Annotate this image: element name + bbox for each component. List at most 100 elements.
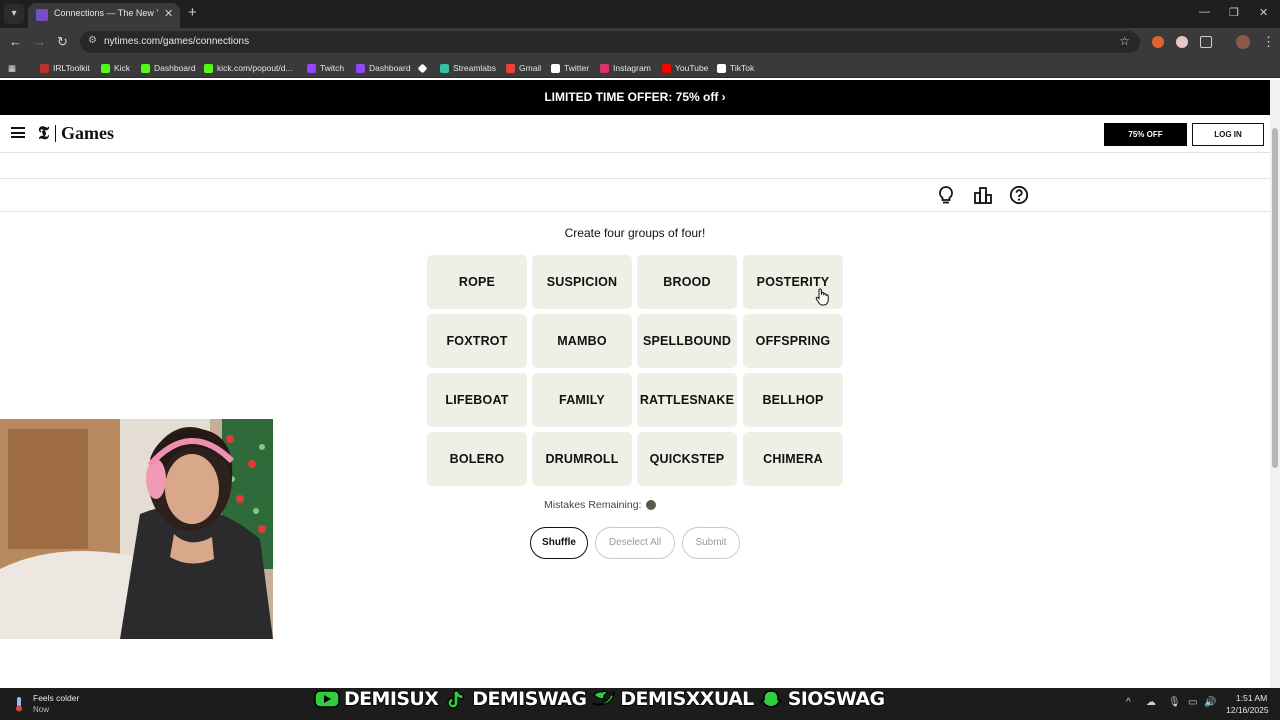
- instagram-icon: [600, 63, 609, 73]
- page-scrollbar[interactable]: [1270, 80, 1280, 688]
- nyt-logo-icon[interactable]: 𝕿: [38, 123, 49, 144]
- browser-tab-connections[interactable]: Connections — The New York T ✕: [28, 3, 180, 28]
- word-card[interactable]: SPELLBOUND: [637, 314, 737, 368]
- address-bar[interactable]: ⚙ nytimes.com/games/connections ☆: [80, 31, 1140, 53]
- bookmark-streamlabs[interactable]: Streamlabs: [440, 61, 496, 75]
- tray-app-icon[interactable]: ☁: [1146, 697, 1156, 708]
- bookmark-kick[interactable]: Kick: [101, 61, 130, 75]
- bookmark-youtube[interactable]: YouTube: [662, 61, 708, 75]
- close-window-button[interactable]: ✕: [1259, 6, 1268, 19]
- weather-subtitle: Now: [33, 705, 50, 714]
- bookmark-label: TikTok: [730, 63, 755, 73]
- deselect-all-button[interactable]: Deselect All: [595, 527, 675, 559]
- twitter-handle: DEMISXXUAL: [620, 687, 755, 710]
- promo-banner[interactable]: LIMITED TIME OFFER: 75% off ›: [0, 80, 1270, 115]
- tab-search-button[interactable]: ▾: [4, 4, 24, 24]
- x-twitter-icon: [551, 63, 560, 73]
- bookmark-twitch[interactable]: Twitch: [307, 61, 344, 75]
- word-card[interactable]: DRUMROLL: [532, 432, 632, 486]
- tiktok-icon: [447, 690, 464, 709]
- bookmark-instagram[interactable]: Instagram: [600, 61, 651, 75]
- login-button[interactable]: LOG IN: [1192, 123, 1264, 146]
- apps-grid-icon[interactable]: ▦: [8, 61, 16, 75]
- word-card[interactable]: BROOD: [637, 255, 737, 309]
- word-card[interactable]: BELLHOP: [743, 373, 843, 427]
- extension-icon[interactable]: [1176, 36, 1188, 48]
- word-card[interactable]: CHIMERA: [743, 432, 843, 486]
- hamburger-menu-icon[interactable]: [11, 127, 25, 138]
- word-card[interactable]: SUSPICION: [532, 255, 632, 309]
- hand-cursor-icon: [815, 288, 829, 306]
- bookmark-diamond[interactable]: [417, 61, 428, 75]
- windows-taskbar: Feels colder Now DEMISUX DEMISWAG DEMISX…: [0, 687, 1280, 720]
- bookmark-label: Twitter: [564, 63, 590, 73]
- clock-time[interactable]: 1:51 AM: [1236, 693, 1267, 703]
- bookmark-tiktok[interactable]: TikTok: [717, 61, 754, 75]
- offer-button[interactable]: 75% OFF: [1104, 123, 1187, 146]
- volume-icon[interactable]: 🔊: [1204, 697, 1216, 708]
- thermometer-weather-icon[interactable]: [12, 696, 26, 712]
- bookmark-label: YouTube: [675, 63, 709, 73]
- shuffle-button[interactable]: Shuffle: [530, 527, 588, 559]
- word-card[interactable]: ROPE: [427, 255, 527, 309]
- word-card[interactable]: MAMBO: [532, 314, 632, 368]
- word-card[interactable]: OFFSPRING: [743, 314, 843, 368]
- tiktok-icon: [717, 63, 726, 73]
- forward-arrow-icon[interactable]: →: [33, 34, 46, 49]
- bookmark-kick-popout[interactable]: kick.com/popout/d...: [204, 61, 293, 75]
- site-info-icon[interactable]: ⚙: [88, 35, 97, 46]
- word-card[interactable]: BOLERO: [427, 432, 527, 486]
- mistakes-remaining-label: Mistakes Remaining:: [544, 499, 642, 511]
- irltoolkit-icon: [40, 63, 49, 73]
- bookmark-gmail[interactable]: Gmail: [506, 61, 541, 75]
- back-arrow-icon[interactable]: ←: [9, 34, 22, 49]
- games-logo[interactable]: Games: [61, 123, 114, 144]
- connections-favicon-icon: [36, 9, 48, 21]
- profile-avatar[interactable]: [1236, 35, 1250, 49]
- maximize-button[interactable]: ❐: [1229, 6, 1239, 19]
- bookmark-irltoolkit[interactable]: IRLToolkit: [40, 61, 90, 75]
- bookmark-label: Instagram: [613, 63, 651, 73]
- submit-button[interactable]: Submit: [682, 527, 740, 559]
- clock-date[interactable]: 12/16/2025: [1226, 705, 1269, 715]
- twitter-bird-icon: [592, 690, 616, 706]
- network-icon[interactable]: ▭: [1188, 697, 1197, 708]
- twitch-icon: [356, 63, 365, 73]
- word-grid: ROPE SUSPICION BROOD POSTERITY FOXTROT M…: [427, 255, 845, 489]
- kick-icon: [101, 63, 110, 73]
- help-question-icon[interactable]: [1009, 185, 1029, 205]
- game-instructions: Create four groups of four!: [564, 226, 706, 240]
- bookmark-kick-dashboard[interactable]: Dashboard: [141, 61, 196, 75]
- scrollbar-thumb[interactable]: [1272, 128, 1278, 468]
- reload-icon[interactable]: ↻: [57, 34, 68, 50]
- word-card[interactable]: RATTLESNAKE: [637, 373, 737, 427]
- bookmark-label: kick.com/popout/d...: [217, 63, 293, 73]
- extension-icon[interactable]: [1152, 36, 1164, 48]
- word-card[interactable]: FAMILY: [532, 373, 632, 427]
- screen: ▾ Connections — The New York T ✕ + — ❐ ✕…: [0, 0, 1280, 720]
- site-header: 𝕿 Games 75% OFF LOG IN: [0, 115, 1270, 153]
- bookmark-twitch-dashboard[interactable]: Dashboard: [356, 61, 411, 75]
- word-card[interactable]: FOXTROT: [427, 314, 527, 368]
- new-tab-button[interactable]: +: [188, 4, 197, 21]
- mistake-remaining-dot: [646, 500, 656, 510]
- minimize-button[interactable]: —: [1199, 6, 1210, 18]
- tray-chevron-icon[interactable]: ^: [1126, 697, 1131, 708]
- browser-menu-icon[interactable]: ⋮: [1262, 34, 1275, 50]
- word-card[interactable]: LIFEBOAT: [427, 373, 527, 427]
- webcam-overlay: [0, 419, 273, 639]
- bookmark-star-icon[interactable]: ☆: [1119, 34, 1130, 48]
- game-toolbar: [0, 178, 1270, 212]
- bookmark-label: Streamlabs: [453, 63, 496, 73]
- word-card[interactable]: QUICKSTEP: [637, 432, 737, 486]
- leaderboard-icon[interactable]: [973, 185, 993, 205]
- microphone-icon[interactable]: 🎙: [1168, 697, 1181, 708]
- bookmark-twitter[interactable]: Twitter: [551, 61, 589, 75]
- kick-icon: [204, 63, 213, 73]
- tab-close-icon[interactable]: ✕: [164, 7, 173, 20]
- snapchat-ghost-icon: [758, 690, 783, 708]
- extensions-puzzle-icon[interactable]: [1200, 36, 1212, 48]
- hint-lightbulb-icon[interactable]: [936, 185, 956, 205]
- logo-divider: [55, 125, 56, 142]
- bookmark-label: IRLToolkit: [53, 63, 90, 73]
